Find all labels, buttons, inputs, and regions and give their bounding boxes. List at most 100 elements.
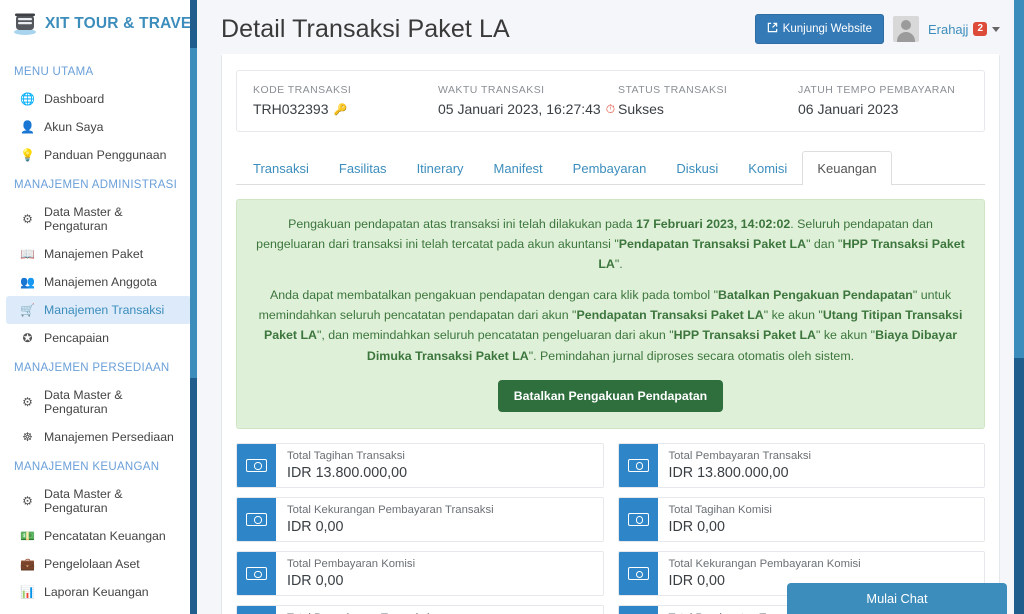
sidebar-scrollbar-thumb[interactable] bbox=[190, 48, 197, 378]
sidebar-item-data-master-administrasi[interactable]: ⚙ Data Master & Pengaturan bbox=[6, 198, 191, 240]
start-chat-label: Mulai Chat bbox=[866, 591, 928, 606]
sidebar-item-pencapaian[interactable]: ✪ Pencapaian bbox=[6, 324, 191, 352]
tab-keuangan[interactable]: Keuangan bbox=[802, 151, 892, 185]
sidebar-item-label: Manajemen Paket bbox=[44, 247, 144, 261]
content-area: KODE TRANSAKSI TRH032393 🔑 WAKTU TRANSAK… bbox=[197, 54, 1024, 614]
star-badge-icon: ✪ bbox=[22, 331, 33, 345]
topbar: Detail Transaksi Paket LA Kunjungi Websi… bbox=[197, 0, 1024, 54]
alert-text: " ke akun " bbox=[763, 308, 823, 323]
alert-strong: HPP Transaksi Paket LA bbox=[673, 328, 816, 343]
visit-website-button[interactable]: Kunjungi Website bbox=[754, 14, 884, 44]
stat-label: Total Kekurangan Pembayaran Komisi bbox=[668, 558, 861, 571]
notification-badge: 2 bbox=[973, 21, 987, 37]
alert-text: " dan " bbox=[806, 237, 843, 252]
alert-text: ". Pemindahan jurnal diproses secara oto… bbox=[528, 348, 855, 363]
alert-text: ", dan memindahkan seluruh pencatatan pe… bbox=[316, 328, 674, 343]
report-icon: 📊 bbox=[20, 585, 35, 599]
gears-icon: ⚙ bbox=[22, 212, 33, 226]
stat-value: IDR 13.800.000,00 bbox=[668, 464, 789, 481]
stat-value: IDR 13.800.000,00 bbox=[287, 464, 408, 481]
sidebar-section-header: MENU UTAMA bbox=[14, 66, 94, 78]
alert-strong: 17 Februari 2023, 14:02:02 bbox=[635, 217, 791, 231]
sidebar-item-data-master-keuangan[interactable]: ⚙ Data Master & Pengaturan bbox=[6, 480, 191, 522]
money-icon bbox=[237, 552, 276, 596]
stat-body: Total Kekurangan Pembayaran Transaksi ID… bbox=[276, 498, 505, 541]
money-icon bbox=[618, 497, 658, 542]
sidebar-item-manajemen-transaksi[interactable]: 🛒 Manajemen Transaksi bbox=[6, 296, 191, 324]
alert-text: ". bbox=[614, 257, 623, 272]
alert-text: " ke akun " bbox=[815, 328, 876, 343]
sidebar-item-laporan-keuangan[interactable]: 📊 Laporan Keuangan bbox=[6, 578, 191, 606]
sidebar-item-pengelolaan-aset[interactable]: 💼 Pengelolaan Aset bbox=[6, 550, 191, 578]
page-scrollbar[interactable] bbox=[1014, 0, 1024, 614]
sidebar-item-label: Laporan Keuangan bbox=[44, 585, 149, 599]
sidebar-item-label: Akun Saya bbox=[44, 120, 104, 134]
sidebar-item-pencatatan-keuangan[interactable]: 💵 Pencatatan Keuangan bbox=[6, 522, 191, 550]
stat-card: Total Pembayaran Transaksi IDR 13.800.00… bbox=[617, 442, 985, 488]
user-name: Erahajj bbox=[927, 21, 969, 37]
topbar-right: Kunjungi Website Erahajj 2 bbox=[754, 14, 1000, 44]
money-icon: 💵 bbox=[20, 529, 35, 543]
info-waktu-transaksi: WAKTU TRANSAKSI 05 Januari 2023, 16:27:4… bbox=[438, 84, 618, 117]
external-link-icon bbox=[767, 22, 778, 36]
stat-value: IDR 0,00 bbox=[287, 519, 344, 536]
financial-summary-left: Total Tagihan Transaksi IDR 13.800.000,0… bbox=[236, 442, 604, 614]
cancel-revenue-recognition-button[interactable]: Batalkan Pengakuan Pendapatan bbox=[497, 379, 724, 412]
stat-label: Total Kekurangan Pembayaran Transaksi bbox=[287, 503, 494, 516]
cart-icon: 🛒 bbox=[20, 303, 35, 317]
sidebar-item-panduan-penggunaan[interactable]: 💡 Panduan Penggunaan bbox=[6, 141, 191, 169]
tab-transaksi[interactable]: Transaksi bbox=[238, 151, 324, 185]
money-icon bbox=[237, 497, 276, 542]
info-jatuh-tempo: JATUH TEMPO PEMBAYARAN 06 Januari 2023 bbox=[798, 84, 968, 117]
info-kode-transaksi: KODE TRANSAKSI TRH032393 🔑 bbox=[253, 84, 438, 117]
sidebar-scrollbar[interactable] bbox=[190, 0, 197, 614]
tab-komisi[interactable]: Komisi bbox=[733, 151, 802, 185]
lightbulb-icon: 💡 bbox=[20, 148, 35, 162]
alert-text: Pengakuan pendapatan atas transaksi ini … bbox=[288, 217, 636, 231]
page-scrollbar-thumb[interactable] bbox=[1014, 0, 1024, 358]
money-icon bbox=[618, 443, 658, 487]
tab-fasilitas[interactable]: Fasilitas bbox=[324, 151, 402, 185]
stat-label: Total Pembayaran Komisi bbox=[287, 558, 416, 571]
alert-strong: Pendapatan Transaksi Paket LA bbox=[618, 237, 807, 252]
stat-card: Total Kekurangan Pembayaran Transaksi ID… bbox=[236, 496, 604, 543]
sidebar-item-label: Pengelolaan Aset bbox=[44, 557, 140, 571]
sidebar-section-header: MANAJEMEN KEUANGAN bbox=[14, 461, 160, 473]
sidebar-item-manajemen-anggota[interactable]: 👥 Manajemen Anggota bbox=[6, 268, 191, 296]
sidebar-item-manajemen-paket[interactable]: 📖 Manajemen Paket bbox=[6, 240, 191, 268]
money-icon bbox=[618, 552, 658, 596]
stat-card: Total Tagihan Transaksi IDR 13.800.000,0… bbox=[236, 442, 604, 488]
start-chat-button[interactable]: Mulai Chat bbox=[787, 583, 1007, 614]
visit-website-label: Kunjungi Website bbox=[782, 23, 872, 35]
users-icon: 👥 bbox=[20, 275, 35, 289]
brand[interactable]: XIT TOUR & TRAVEL bbox=[0, 0, 197, 48]
main-content: Detail Transaksi Paket LA Kunjungi Websi… bbox=[197, 0, 1024, 614]
transaction-info-card: KODE TRANSAKSI TRH032393 🔑 WAKTU TRANSAK… bbox=[236, 70, 985, 132]
stat-body: Total Pembayaran Transaksi IDR 13.800.00… bbox=[658, 444, 823, 487]
stat-value: IDR 0,00 bbox=[287, 573, 344, 590]
briefcase-icon: 💼 bbox=[20, 557, 35, 571]
tab-manifest[interactable]: Manifest bbox=[479, 151, 558, 185]
user-menu[interactable]: Erahajj 2 bbox=[928, 22, 1000, 37]
money-icon bbox=[237, 443, 276, 487]
sidebar-item-label: Panduan Penggunaan bbox=[44, 148, 167, 162]
sidebar-item-manajemen-persediaan[interactable]: ☸ Manajemen Persediaan bbox=[6, 423, 191, 451]
info-value-wrap: TRH032393 🔑 bbox=[253, 101, 438, 117]
info-value: 05 Januari 2023, 16:27:43 bbox=[438, 101, 601, 117]
sidebar-item-dashboard[interactable]: 🌐 Dashboard bbox=[6, 85, 191, 113]
tab-pembayaran[interactable]: Pembayaran bbox=[558, 151, 662, 185]
tab-diskusi[interactable]: Diskusi bbox=[661, 151, 733, 185]
clock-icon: ⏱ bbox=[605, 101, 616, 116]
sidebar-menu: MENU UTAMA 🌐 Dashboard 👤 Akun Saya 💡 Pan… bbox=[0, 48, 197, 606]
sidebar-item-label: Manajemen Persediaan bbox=[44, 430, 174, 444]
sidebar-item-label: Data Master & Pengaturan bbox=[44, 487, 123, 515]
stat-body: Total Pembayaran Komisi IDR 0,00 bbox=[276, 552, 426, 595]
sidebar-item-akun-saya[interactable]: 👤 Akun Saya bbox=[6, 113, 191, 141]
alert-text: Anda dapat membatalkan pengakuan pendapa… bbox=[269, 288, 718, 303]
stat-card: Total Tagihan Komisi IDR 0,00 bbox=[617, 496, 985, 543]
sidebar-section-header: MANAJEMEN ADMINISTRASI bbox=[14, 179, 178, 191]
tab-itinerary[interactable]: Itinerary bbox=[402, 151, 479, 185]
avatar-icon[interactable] bbox=[892, 16, 919, 42]
sidebar-item-data-master-persediaan[interactable]: ⚙ Data Master & Pengaturan bbox=[6, 381, 191, 423]
stat-label: Total Pembayaran Transaksi bbox=[668, 449, 812, 462]
